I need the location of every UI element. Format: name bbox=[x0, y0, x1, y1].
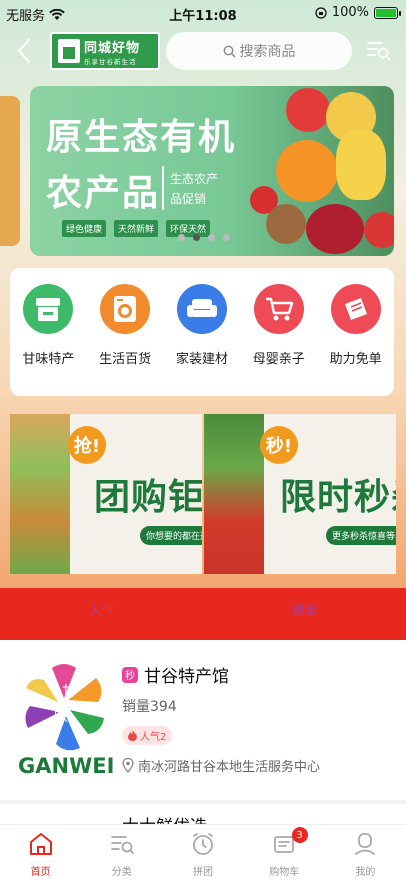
shop-name: 甘谷特产馆 bbox=[144, 667, 229, 687]
category-grid: 甘味特产 生活百货 家装建材 母婴亲子 助力免单 bbox=[10, 268, 394, 396]
cart-icon bbox=[253, 284, 304, 334]
fire-icon bbox=[128, 730, 137, 741]
search-input[interactable]: 搜索商品 bbox=[166, 32, 352, 70]
shop-brand: GANWEI bbox=[18, 754, 115, 778]
category-daily-goods[interactable]: 生活百货 bbox=[90, 284, 160, 367]
shop-sales: 销量394 bbox=[122, 699, 177, 715]
washer-icon bbox=[100, 284, 151, 334]
nav-home[interactable]: 首页 bbox=[0, 825, 81, 883]
nav-label: 我的 bbox=[355, 867, 376, 878]
promo-badge: 秒! bbox=[260, 426, 298, 464]
category-label: 甘味特产 bbox=[22, 352, 75, 367]
category-free-order[interactable]: 助力免单 bbox=[321, 284, 391, 367]
battery-group: 100% bbox=[315, 5, 401, 20]
category-specialty[interactable]: 甘味特产 bbox=[13, 284, 83, 367]
menu-search-icon[interactable] bbox=[366, 38, 392, 64]
pagination-dot-active[interactable] bbox=[193, 234, 200, 241]
shop-logo-char: 甘 bbox=[62, 684, 76, 700]
search-placeholder: 搜索商品 bbox=[239, 44, 296, 60]
banner-headline-2: 农产品 bbox=[46, 173, 161, 214]
category-home-decor[interactable]: 家装建材 bbox=[167, 284, 237, 367]
nav-label: 分类 bbox=[111, 867, 132, 878]
ticket-icon bbox=[330, 284, 381, 334]
clock-icon bbox=[193, 833, 213, 855]
banner-divider bbox=[162, 166, 164, 210]
promo-subtitle: 更多秒杀惊喜等着你 bbox=[326, 526, 396, 545]
profile-icon bbox=[355, 833, 376, 855]
nav-profile[interactable]: 我的 bbox=[325, 825, 406, 883]
home-icon bbox=[29, 833, 52, 855]
pagination-dot[interactable] bbox=[178, 234, 185, 241]
category-label: 家装建材 bbox=[175, 352, 228, 367]
banner-tag: 绿色健康 bbox=[62, 220, 107, 237]
produce-image bbox=[10, 414, 70, 574]
category-mother-baby[interactable]: 母婴亲子 bbox=[244, 284, 314, 367]
category-label: 生活百货 bbox=[99, 352, 152, 367]
banner-prev-slide[interactable] bbox=[0, 96, 20, 246]
location-pin-icon bbox=[122, 758, 134, 773]
nav-label: 首页 bbox=[30, 867, 51, 878]
promo-title: 团购钜惠 bbox=[94, 477, 202, 518]
cart-count-badge: 3 bbox=[291, 827, 308, 843]
promo-badge: 抢! bbox=[68, 426, 106, 464]
shop-card[interactable]: 甘 味 GANWEI 秒 甘谷特产馆 销量394 人气2 南冰河路甘谷本地生活服… bbox=[0, 640, 406, 800]
shop-name: 大大鲜优选 bbox=[122, 812, 207, 824]
banner-pagination bbox=[178, 234, 230, 241]
shop-address-text: 南冰河路甘谷本地生活服务中心 bbox=[138, 760, 321, 775]
shop-title-row: 秒 甘谷特产馆 bbox=[122, 662, 229, 687]
category-icon bbox=[110, 836, 134, 854]
banner-side-text-2: 品促销 bbox=[170, 192, 207, 206]
logo-title: 同城好物 bbox=[84, 41, 141, 56]
shop-address: 南冰河路甘谷本地生活服务中心 bbox=[122, 756, 320, 775]
status-bar: 无服务 上午11:08 100% bbox=[0, 0, 406, 26]
promo-title: 限时秒杀 bbox=[280, 477, 396, 518]
vegetable-image bbox=[204, 414, 264, 574]
logo-subtitle: 乐享甘谷新生活 bbox=[84, 58, 137, 66]
tab-sales[interactable]: 销量 bbox=[203, 588, 406, 640]
banner-side-text-1: 生态农产 bbox=[170, 172, 219, 186]
search-icon bbox=[223, 45, 235, 57]
category-label: 助力免单 bbox=[329, 352, 382, 367]
shop-logo-char: 味 bbox=[54, 710, 68, 726]
nav-label: 拼团 bbox=[193, 867, 213, 878]
flash-sale-card[interactable]: 秒! 限时秒杀 更多秒杀惊喜等着你 bbox=[204, 414, 396, 574]
battery-icon bbox=[374, 6, 401, 19]
popularity-text: 人气2 bbox=[140, 732, 167, 743]
pagination-dot[interactable] bbox=[208, 234, 215, 241]
orientation-lock-icon bbox=[315, 6, 327, 19]
bottom-nav: 首页 分类 拼团 3 购物车 我的 bbox=[0, 824, 406, 883]
category-label: 母婴亲子 bbox=[252, 352, 305, 367]
app-logo: 同城好物 乐享甘谷新生活 bbox=[50, 32, 160, 70]
banner-tag: 天然新鲜 bbox=[114, 220, 159, 237]
top-nav: 同城好物 乐享甘谷新生活 搜索商品 bbox=[0, 28, 406, 74]
popularity-badge: 人气2 bbox=[122, 726, 173, 745]
next-shop-card[interactable]: 大大鲜优选 bbox=[0, 804, 406, 824]
back-icon[interactable] bbox=[12, 36, 38, 66]
banner-headline-1: 原生态有机 bbox=[46, 117, 237, 158]
group-buy-card[interactable]: 抢! 团购钜惠 你想要的都在这 bbox=[10, 414, 202, 574]
promo-banner[interactable]: 原生态有机 农产品 生态农产 品促销 绿色健康 天然新鲜 环保天然 bbox=[30, 86, 394, 256]
nav-category[interactable]: 分类 bbox=[81, 825, 162, 883]
flash-badge: 秒 bbox=[122, 666, 138, 683]
pagination-dot[interactable] bbox=[223, 234, 230, 241]
sort-tabs: 人气 销量 bbox=[0, 588, 406, 640]
nav-label: 购物车 bbox=[269, 867, 300, 878]
nav-group-buy[interactable]: 拼团 bbox=[162, 825, 243, 883]
store-icon bbox=[23, 284, 74, 334]
logo-house-icon bbox=[58, 39, 80, 63]
promo-subtitle: 你想要的都在这 bbox=[140, 526, 202, 545]
battery-text: 100% bbox=[331, 5, 369, 20]
tab-popularity[interactable]: 人气 bbox=[0, 588, 203, 640]
nav-cart[interactable]: 3 购物车 bbox=[244, 825, 325, 883]
sofa-icon bbox=[176, 284, 227, 334]
